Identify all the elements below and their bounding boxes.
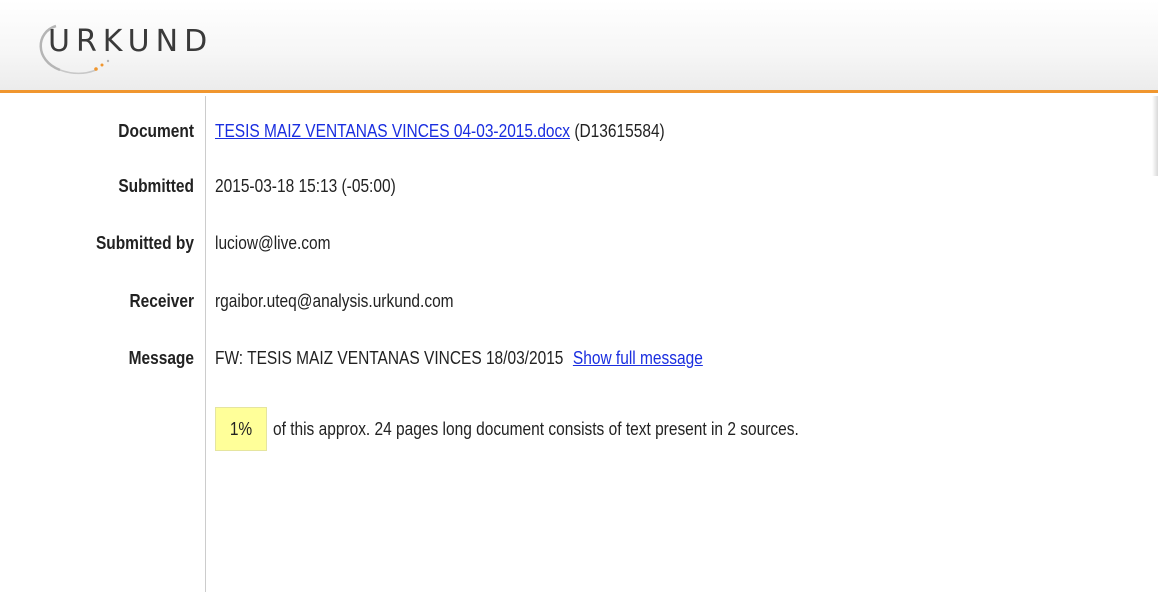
document-value: TESIS MAIZ VENTANAS VINCES 04-03-2015.do… [215,121,665,142]
similarity-summary-text: of this approx. 24 pages long document c… [273,418,799,439]
message-label: Message [128,347,194,368]
message-text: FW: TESIS MAIZ VENTANAS VINCES 18/03/201… [215,347,564,368]
show-full-message-link[interactable]: Show full message [573,348,703,368]
panel-edge-shadow [1152,96,1158,176]
similarity-percent-badge: 1% [215,407,267,451]
document-id: (D13615584) [574,120,665,141]
similarity-percent: 1% [229,418,253,439]
submitted-label: Submitted [118,175,194,196]
message-row: Message FW: TESIS MAIZ VENTANAS VINCES 1… [0,343,1150,373]
receiver-value: rgaibor.uteq@analysis.urkund.com [215,290,454,311]
receiver-label: Receiver [129,290,194,311]
header-bar: URKUND [0,0,1158,93]
logo-wordmark: URKUND [48,24,214,59]
submitted-by-label: Submitted by [95,232,194,253]
submitted-by-value: luciow@live.com [215,232,331,253]
submitted-row: Submitted 2015-03-18 15:13 (-05:00) [0,171,1150,201]
submitted-value: 2015-03-18 15:13 (-05:00) [215,175,396,196]
receiver-row: Receiver rgaibor.uteq@analysis.urkund.co… [0,286,1150,316]
document-link[interactable]: TESIS MAIZ VENTANAS VINCES 04-03-2015.do… [215,121,570,141]
submitted-by-row: Submitted by luciow@live.com [0,228,1150,258]
document-row: Document TESIS MAIZ VENTANAS VINCES 04-0… [0,116,1150,146]
message-value: FW: TESIS MAIZ VENTANAS VINCES 18/03/201… [215,348,703,369]
similarity-summary: 1% of this approx. 24 pages long documen… [215,405,884,453]
urkund-logo: URKUND [30,14,230,80]
document-label: Document [118,120,194,141]
